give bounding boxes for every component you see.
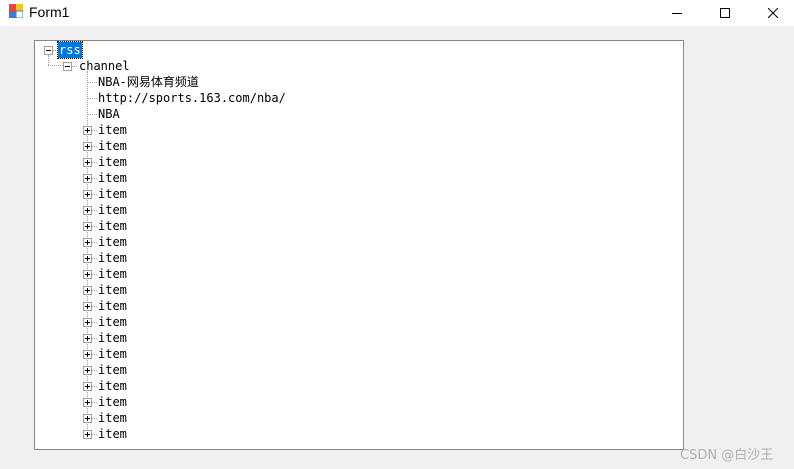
expand-icon[interactable] [83, 318, 92, 327]
expand-icon[interactable] [83, 350, 92, 359]
tree-node-item[interactable]: item [35, 282, 235, 298]
expand-icon[interactable] [83, 334, 92, 343]
tree-node-label[interactable]: item [97, 362, 128, 378]
expand-icon[interactable] [83, 222, 92, 231]
tree-node-item[interactable]: item [35, 138, 235, 154]
tree-node-item[interactable]: item [35, 362, 235, 378]
expand-icon[interactable] [83, 190, 92, 199]
tree-node-label[interactable]: channel [78, 58, 131, 74]
expand-icon[interactable] [83, 286, 92, 295]
tree-node-label[interactable]: item [97, 314, 128, 330]
tree-node-item[interactable]: item [35, 234, 235, 250]
tree-node-label[interactable]: item [97, 346, 128, 362]
window-title: Form1 [29, 4, 70, 20]
expand-icon[interactable] [83, 158, 92, 167]
tree-node-label[interactable]: item [97, 394, 128, 410]
tree-node-item[interactable]: item [35, 266, 235, 282]
tree-node-item[interactable]: item [35, 330, 235, 346]
expand-icon[interactable] [83, 206, 92, 215]
expand-icon[interactable] [83, 174, 92, 183]
tree-node-label[interactable]: item [97, 202, 128, 218]
tree-node-label[interactable]: item [97, 410, 128, 426]
tree-node-label[interactable]: item [97, 298, 128, 314]
tree-node-label[interactable]: item [97, 170, 128, 186]
tree-node-label[interactable]: item [97, 138, 128, 154]
tree-node-channel-field[interactable]: http://sports.163.com/nba/ [35, 90, 435, 106]
expand-icon[interactable] [83, 142, 92, 151]
tree-node-label[interactable]: item [97, 282, 128, 298]
watermark: CSDN @白沙王 [680, 448, 774, 463]
tree-node-channel-field[interactable]: NBA-网易体育频道 [35, 74, 435, 90]
close-icon [768, 8, 778, 18]
tree-node-label[interactable]: NBA [97, 106, 121, 122]
tree-node-label[interactable]: item [97, 330, 128, 346]
expand-icon[interactable] [83, 254, 92, 263]
expand-icon[interactable] [83, 366, 92, 375]
tree-connector [87, 98, 97, 99]
tree-node-item[interactable]: item [35, 202, 235, 218]
form-window: Form1 rss channel NBA-网易体育频道 http://spor… [0, 0, 794, 469]
tree-node-label[interactable]: item [97, 234, 128, 250]
tree-node-item[interactable]: item [35, 410, 235, 426]
tree-node-label[interactable]: item [97, 154, 128, 170]
expand-icon[interactable] [83, 382, 92, 391]
expand-icon[interactable] [83, 126, 92, 135]
tree-node-label[interactable]: item [97, 266, 128, 282]
app-icon [9, 4, 23, 18]
maximize-icon [720, 8, 730, 18]
title-bar[interactable]: Form1 [0, 0, 794, 26]
tree-node-rss[interactable]: rss [35, 41, 235, 59]
minimize-icon [672, 13, 682, 14]
tree-node-item[interactable]: item [35, 314, 235, 330]
tree-node-channel[interactable]: channel [35, 58, 235, 74]
tree-node-item[interactable]: item [35, 154, 235, 170]
tree-view[interactable]: rss channel NBA-网易体育频道 http://sports.163.… [34, 40, 684, 450]
minimize-button[interactable] [654, 0, 700, 26]
maximize-button[interactable] [702, 0, 748, 26]
tree-connector [87, 82, 97, 83]
tree-node-item[interactable]: item [35, 186, 235, 202]
tree-node-channel-field[interactable]: NBA [35, 106, 435, 122]
tree-node-item[interactable]: item [35, 298, 235, 314]
tree-node-item[interactable]: item [35, 394, 235, 410]
tree-node-label[interactable]: item [97, 186, 128, 202]
expand-icon[interactable] [83, 398, 92, 407]
tree-node-label[interactable]: item [97, 378, 128, 394]
tree-node-item[interactable]: item [35, 346, 235, 362]
tree-connector [72, 66, 77, 67]
tree-node-label[interactable]: item [97, 426, 128, 442]
tree-node-item[interactable]: item [35, 378, 235, 394]
tree-node-label[interactable]: rss [57, 41, 83, 59]
collapse-icon[interactable] [63, 62, 72, 71]
expand-icon[interactable] [83, 238, 92, 247]
tree-node-item[interactable]: item [35, 170, 235, 186]
expand-icon[interactable] [83, 270, 92, 279]
tree-connector [87, 114, 97, 115]
tree-node-label[interactable]: NBA-网易体育频道 [97, 74, 200, 90]
tree-node-item[interactable]: item [35, 426, 235, 442]
tree-node-item[interactable]: item [35, 250, 235, 266]
expand-icon[interactable] [83, 302, 92, 311]
expand-icon[interactable] [83, 414, 92, 423]
tree-node-item[interactable]: item [35, 218, 235, 234]
collapse-icon[interactable] [44, 46, 53, 55]
tree-node-label[interactable]: item [97, 218, 128, 234]
close-button[interactable] [750, 0, 794, 26]
tree-node-label[interactable]: http://sports.163.com/nba/ [97, 90, 287, 106]
tree-node-label[interactable]: item [97, 250, 128, 266]
tree-node-label[interactable]: item [97, 122, 128, 138]
tree-node-item[interactable]: item [35, 122, 235, 138]
expand-icon[interactable] [83, 430, 92, 439]
